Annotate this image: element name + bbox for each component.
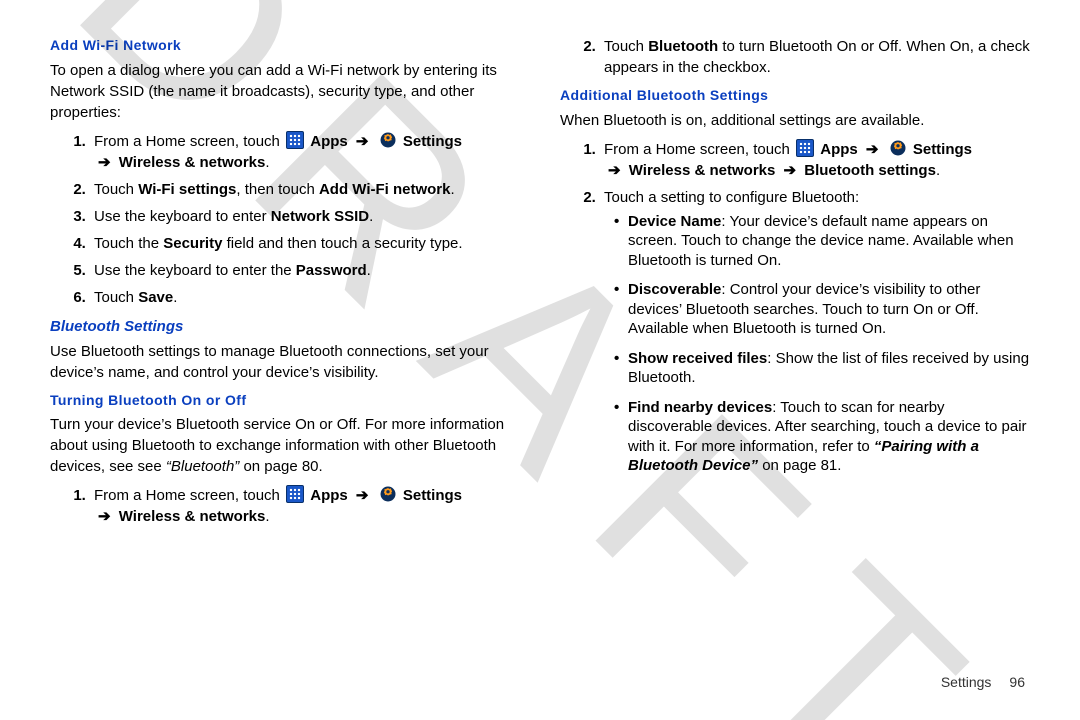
- heading-add-wifi: Add Wi-Fi Network: [50, 36, 520, 56]
- save-label: Save: [138, 289, 173, 306]
- wireless-label: Wireless & networks: [119, 508, 266, 525]
- bluetooth-settings-intro: Use Bluetooth settings to manage Bluetoo…: [50, 341, 520, 383]
- option-discoverable: Discoverable: Control your device’s visi…: [618, 280, 1030, 339]
- additional-bluetooth-step-1: From a Home screen, touch Apps ➔ Setting…: [600, 139, 1030, 181]
- heading-turning-bluetooth: Turning Bluetooth On or Off: [50, 391, 520, 411]
- text: From a Home screen, touch: [94, 133, 284, 150]
- option-show-received: Show received files: Show the list of fi…: [618, 349, 1030, 388]
- turning-bluetooth-step-1: From a Home screen, touch Apps ➔ Setting…: [90, 485, 520, 527]
- add-wifi-intro: To open a dialog where you can add a Wi-…: [50, 60, 520, 123]
- settings-icon: [379, 131, 397, 149]
- text: Touch: [94, 289, 138, 306]
- arrow-icon: ➔: [356, 487, 369, 504]
- add-wifi-step-2: Touch Wi-Fi settings, then touch Add Wi-…: [90, 179, 520, 200]
- add-wifi-step-6: Touch Save.: [90, 287, 520, 308]
- arrow-icon: ➔: [356, 133, 369, 150]
- wifi-settings-label: Wi-Fi settings: [138, 181, 236, 198]
- add-wifi-step-4: Touch the Security field and then touch …: [90, 233, 520, 254]
- apps-icon: [286, 485, 304, 503]
- arrow-icon: ➔: [784, 162, 797, 179]
- apps-icon: [286, 131, 304, 149]
- text: Touch a setting to configure Bluetooth:: [604, 189, 859, 206]
- settings-label: Settings: [403, 487, 462, 504]
- arrow-icon: ➔: [608, 162, 621, 179]
- add-wifi-step-3: Use the keyboard to enter Network SSID.: [90, 206, 520, 227]
- apps-label: Apps: [310, 487, 348, 504]
- text: Touch: [94, 181, 138, 198]
- bluetooth-settings-label: Bluetooth settings: [804, 162, 936, 179]
- text: From a Home screen, touch: [94, 487, 284, 504]
- text: Use the keyboard to enter the: [94, 262, 296, 279]
- two-column-layout: Add Wi-Fi Network To open a dialog where…: [50, 30, 1030, 527]
- add-wifi-step-5: Use the keyboard to enter the Password.: [90, 260, 520, 281]
- manual-page: DRAFT Add Wi-Fi Network To open a dialog…: [0, 0, 1080, 720]
- bluetooth-xref: “Bluetooth”: [166, 458, 239, 475]
- wireless-label: Wireless & networks: [119, 154, 266, 171]
- arrow-icon: ➔: [98, 154, 111, 171]
- bluetooth-options-list: Device Name: Your device’s default name …: [604, 212, 1030, 476]
- text: From a Home screen, touch: [604, 141, 794, 158]
- option-title: Find nearby devices: [628, 399, 772, 416]
- text: , then touch: [236, 181, 319, 198]
- password-label: Password: [296, 262, 367, 279]
- additional-bluetooth-step-2: Touch a setting to configure Bluetooth: …: [600, 187, 1030, 476]
- security-label: Security: [163, 235, 222, 252]
- footer-page-number: 96: [1009, 674, 1025, 690]
- apps-label: Apps: [310, 133, 348, 150]
- apps-label: Apps: [820, 141, 858, 158]
- add-wifi-steps: From a Home screen, touch Apps ➔ Setting…: [50, 131, 520, 308]
- additional-bluetooth-intro: When Bluetooth is on, additional setting…: [560, 110, 1030, 131]
- option-title: Discoverable: [628, 281, 721, 298]
- option-find-nearby: Find nearby devices: Touch to scan for n…: [618, 398, 1030, 476]
- text: Touch: [604, 38, 648, 55]
- option-device-name: Device Name: Your device’s default name …: [618, 212, 1030, 271]
- bluetooth-label: Bluetooth: [648, 38, 718, 55]
- apps-icon: [796, 139, 814, 157]
- text: on page 80.: [239, 458, 322, 475]
- additional-bluetooth-steps: From a Home screen, touch Apps ➔ Setting…: [560, 139, 1030, 476]
- text: field and then touch a security type.: [222, 235, 462, 252]
- heading-additional-bluetooth: Additional Bluetooth Settings: [560, 86, 1030, 106]
- footer-section: Settings: [941, 674, 992, 690]
- turning-bluetooth-step-2: Touch Bluetooth to turn Bluetooth On or …: [600, 36, 1030, 78]
- text: Use the keyboard to enter: [94, 208, 271, 225]
- option-desc-tail: on page 81.: [758, 457, 841, 474]
- network-ssid-label: Network SSID: [271, 208, 369, 225]
- add-wifi-step-1: From a Home screen, touch Apps ➔ Setting…: [90, 131, 520, 173]
- settings-icon: [889, 139, 907, 157]
- settings-label: Settings: [913, 141, 972, 158]
- option-title: Device Name: [628, 213, 721, 230]
- add-wifi-network-label: Add Wi-Fi network: [319, 181, 451, 198]
- settings-icon: [379, 485, 397, 503]
- option-title: Show received files: [628, 350, 767, 367]
- heading-bluetooth-settings: Bluetooth Settings: [50, 316, 520, 337]
- arrow-icon: ➔: [866, 141, 879, 158]
- settings-label: Settings: [403, 133, 462, 150]
- wireless-label: Wireless & networks: [629, 162, 776, 179]
- text: Touch the: [94, 235, 163, 252]
- page-footer: Settings 96: [941, 674, 1025, 690]
- turning-bluetooth-intro: Turn your device’s Bluetooth service On …: [50, 414, 520, 477]
- arrow-icon: ➔: [98, 508, 111, 525]
